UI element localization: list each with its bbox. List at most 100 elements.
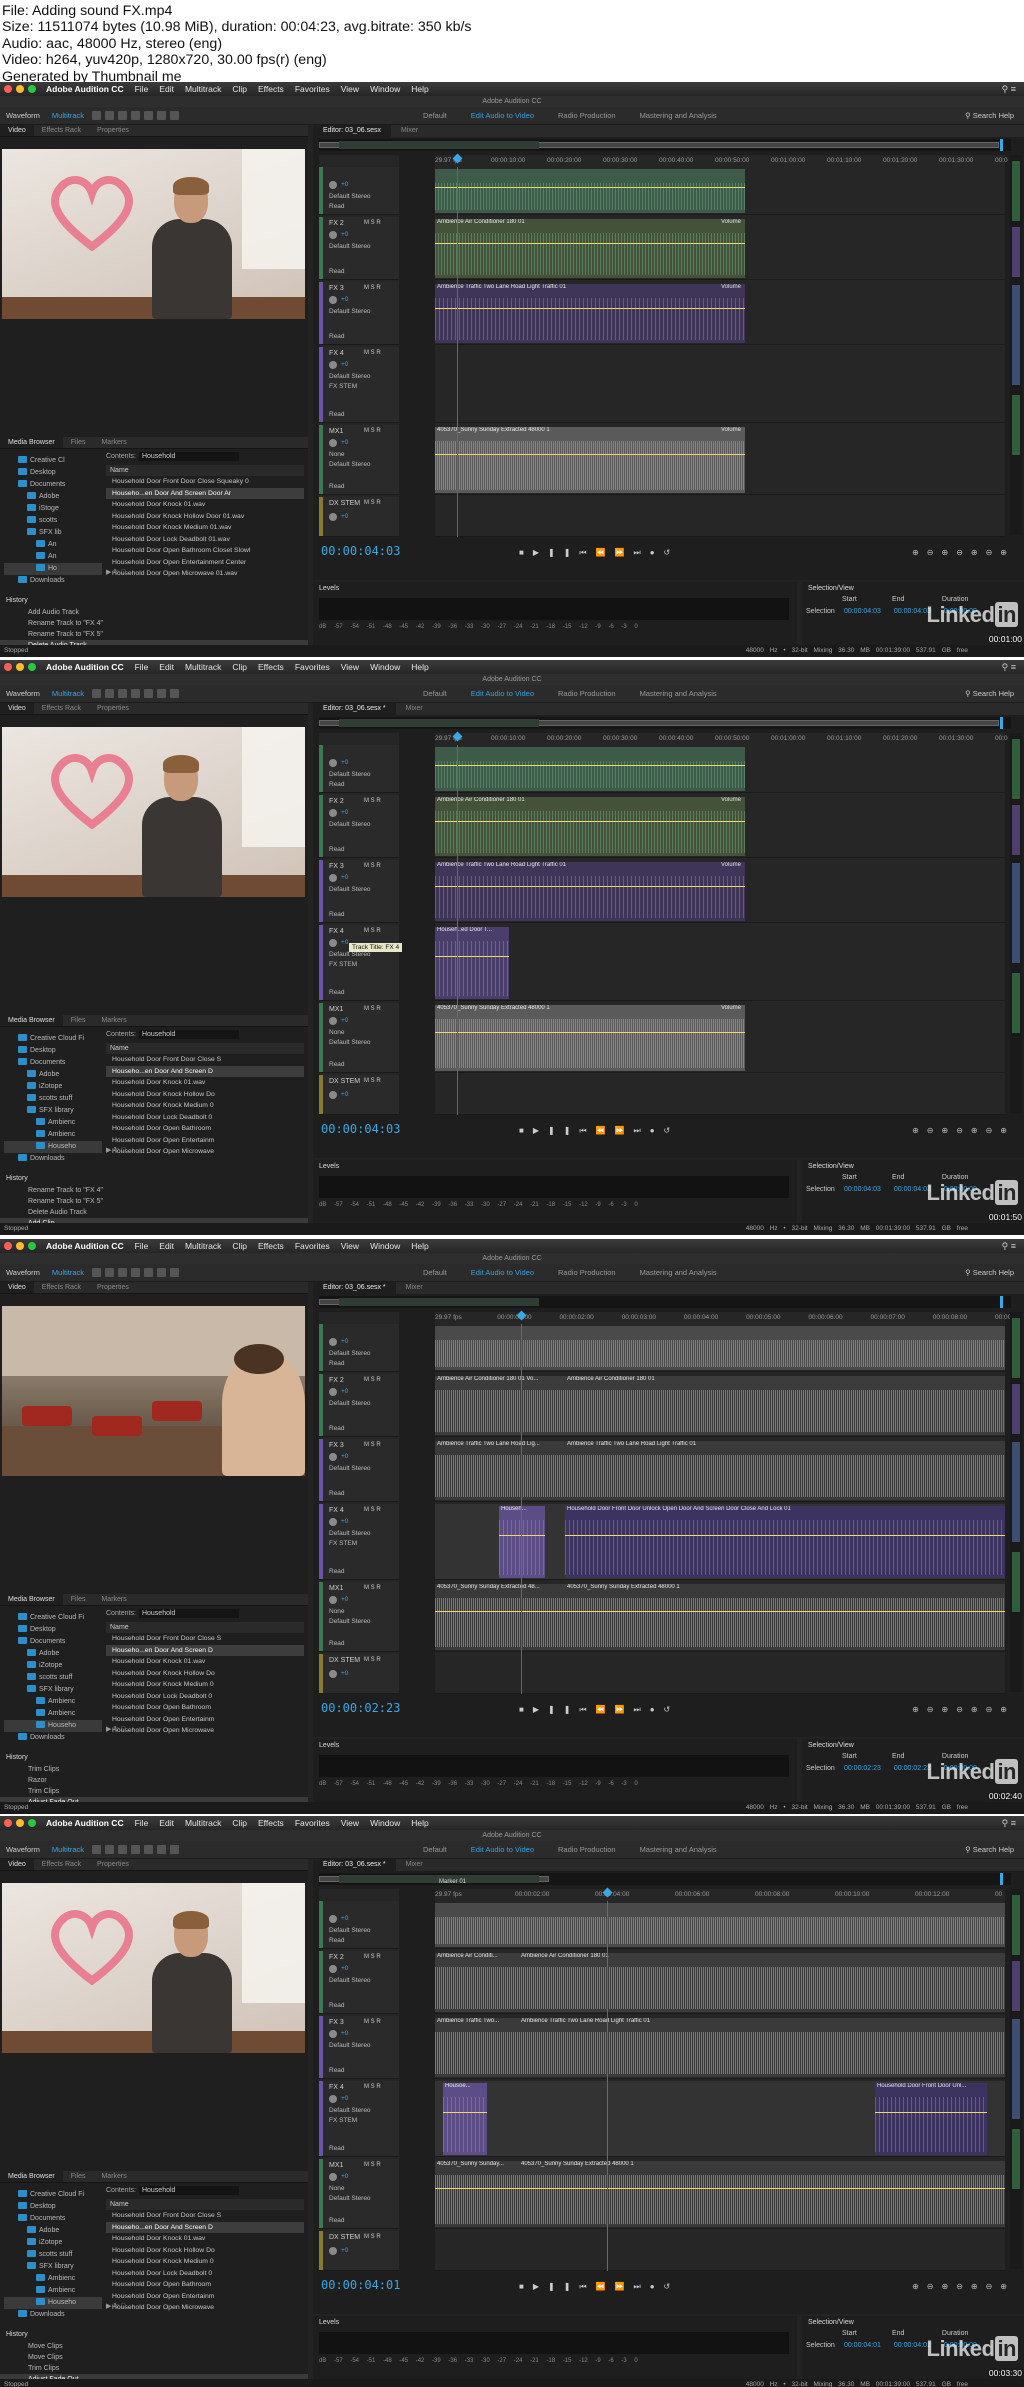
tree-item[interactable]: Adobe: [4, 491, 102, 503]
history-item[interactable]: Move Clips: [0, 2341, 308, 2352]
mute-button[interactable]: M: [364, 285, 369, 291]
tree-item[interactable]: Adobe: [4, 1069, 102, 1081]
volume-value[interactable]: +0: [341, 939, 348, 946]
tree-item[interactable]: SFX library: [4, 1684, 102, 1696]
menu-window[interactable]: Window: [370, 1241, 400, 1251]
workspace-radio-production[interactable]: Radio Production: [546, 1845, 628, 1854]
bus-select[interactable]: Default Stereo: [329, 1618, 371, 1625]
volume-value[interactable]: +0: [341, 513, 348, 520]
close-icon[interactable]: [4, 1819, 12, 1827]
audio-clip[interactable]: Ambience Air Conditi...: [435, 1953, 519, 2012]
track-header[interactable]: DX STEM M S R +0: [319, 1075, 399, 1115]
transport-controls-icon[interactable]: ■▶❚❚⏮⏪⏩⏭●↺: [519, 548, 679, 558]
output-select[interactable]: Default Stereo: [329, 193, 371, 200]
output-select[interactable]: Default Stereo: [329, 2042, 371, 2049]
tree-item[interactable]: scotts stuff: [4, 1672, 102, 1684]
volume-envelope[interactable]: [435, 308, 745, 309]
file-row[interactable]: Household Door Lock Deadbolt 0: [106, 2268, 304, 2280]
menu-edit[interactable]: Edit: [159, 662, 174, 672]
tree-item[interactable]: Downloads: [4, 575, 102, 587]
track-lane[interactable]: [435, 497, 1005, 537]
track-header[interactable]: FX 3 M S R +0 Default Stereo Read: [319, 1439, 399, 1502]
menu-help[interactable]: Help: [411, 1818, 428, 1828]
tab-properties[interactable]: Properties: [89, 1859, 137, 1870]
razor-tool-icon[interactable]: [105, 111, 114, 120]
volume-envelope[interactable]: [435, 243, 745, 244]
track-name[interactable]: DX STEM: [329, 2234, 360, 2241]
vertical-scrollbar[interactable]: [1010, 733, 1022, 1113]
app-menu[interactable]: Adobe Audition CC: [46, 1818, 124, 1828]
contents-value[interactable]: Household: [138, 452, 239, 461]
track-header[interactable]: MX1 M S R +0 None Default Stereo Read: [319, 1003, 399, 1073]
audio-clip[interactable]: Ambience Traffic Two...: [435, 2018, 519, 2077]
workspace-default[interactable]: Default: [411, 1845, 459, 1854]
tree-item[interactable]: Ambienc: [4, 1708, 102, 1720]
slip-tool-icon[interactable]: [118, 689, 127, 698]
contents-selector[interactable]: Contents: Household: [106, 451, 304, 463]
app-menu[interactable]: Adobe Audition CC: [46, 84, 124, 94]
track-header[interactable]: DX STEM M S R +0: [319, 2231, 399, 2271]
record-button[interactable]: R: [376, 1442, 380, 1448]
spotlight-icon[interactable]: ⚲ ≡: [1002, 1241, 1016, 1252]
menu-clip[interactable]: Clip: [232, 662, 247, 672]
track-name[interactable]: FX 2: [329, 1377, 344, 1384]
menu-window[interactable]: Window: [370, 662, 400, 672]
automation-mode[interactable]: Read: [329, 1360, 345, 1367]
tree-item[interactable]: Ho: [4, 563, 102, 575]
bus-select[interactable]: Default Stereo: [329, 461, 371, 468]
mute-button[interactable]: M: [364, 2162, 369, 2168]
contents-selector[interactable]: Contents: Household: [106, 1608, 304, 1620]
track-header[interactable]: DX STEM M S R +0: [319, 1654, 399, 1694]
output-select[interactable]: None: [329, 451, 345, 458]
transport-controls-icon[interactable]: ■▶❚❚⏮⏪⏩⏭●↺: [519, 1126, 679, 1136]
output-select[interactable]: Default Stereo: [329, 243, 371, 250]
marquee-icon[interactable]: [144, 1268, 153, 1277]
mute-button[interactable]: M: [364, 1657, 369, 1663]
audio-clip[interactable]: Ambience Traffic Two Lane Road Lig...: [435, 1441, 565, 1500]
menu-edit[interactable]: Edit: [159, 84, 174, 94]
file-row[interactable]: Household Door Knock Medium 01.wav: [106, 522, 304, 534]
app-menu[interactable]: Adobe Audition CC: [46, 662, 124, 672]
volume-envelope[interactable]: [435, 956, 509, 957]
workspace-edit-audio-to-video[interactable]: Edit Audio to Video: [459, 689, 546, 698]
time-ruler[interactable]: 29.97 fps 00:00:10:00 00:00:20:00 00:00:30:…: [435, 155, 1008, 167]
minimize-icon[interactable]: [16, 1242, 24, 1250]
contents-value[interactable]: Household: [138, 1609, 239, 1618]
volume-knob-icon[interactable]: [329, 1518, 337, 1526]
audio-clip[interactable]: Ambience Traffic Two Lane Road Light Tra…: [435, 284, 745, 343]
slip-tool-icon[interactable]: [118, 1845, 127, 1854]
menu-help[interactable]: Help: [411, 662, 428, 672]
tab-editor[interactable]: Editor: 03_06.sesx *: [313, 703, 396, 715]
zoom-controls-icon[interactable]: ⊕⊖⊕⊖⊕⊖⊕: [912, 548, 1015, 557]
zoom-icon[interactable]: [28, 1819, 36, 1827]
razor-tool-icon[interactable]: [105, 1845, 114, 1854]
audio-clip[interactable]: 405370_Sunny Sunday Extracted 48000 1: [519, 2161, 1005, 2227]
time-ruler[interactable]: 29.97 fps 00:00:02:00 00:00:04:00 00:00:06:…: [435, 1889, 1005, 1901]
tree-item[interactable]: Desktop: [4, 1624, 102, 1636]
workspace-radio-production[interactable]: Radio Production: [546, 689, 628, 698]
mute-button[interactable]: M: [364, 1377, 369, 1383]
menu-view[interactable]: View: [341, 1818, 359, 1828]
brush-icon[interactable]: [170, 1268, 179, 1277]
tab-video[interactable]: Video: [0, 1859, 34, 1870]
bus-select[interactable]: FX STEM: [329, 961, 357, 968]
record-button[interactable]: R: [376, 2019, 380, 2025]
tree-item[interactable]: Househo: [4, 1720, 102, 1732]
volume-value[interactable]: +0: [341, 181, 348, 188]
tree-item[interactable]: Creative Cloud Fi: [4, 1612, 102, 1624]
tab-markers[interactable]: Markers: [93, 1594, 134, 1605]
file-row[interactable]: Househo...en Door And Screen Door Ar: [106, 487, 304, 499]
lasso-icon[interactable]: [157, 111, 166, 120]
tree-item[interactable]: Ambienc: [4, 1129, 102, 1141]
workspace-mastering[interactable]: Mastering and Analysis: [628, 1845, 729, 1854]
file-row[interactable]: Household Door Knock Medium 0: [106, 1679, 304, 1691]
tree-item[interactable]: iStoge: [4, 503, 102, 515]
solo-button[interactable]: S: [371, 1006, 375, 1012]
file-row[interactable]: Household Door Open Entertainment Center: [106, 557, 304, 569]
file-row[interactable]: Household Door Knock Hollow Door 01.wav: [106, 511, 304, 523]
record-button[interactable]: R: [376, 863, 380, 869]
volume-value[interactable]: +0: [341, 2173, 348, 2180]
clip-volume-label[interactable]: Volume: [721, 219, 741, 225]
automation-mode[interactable]: Read: [329, 911, 345, 918]
workspace-edit-audio-to-video[interactable]: Edit Audio to Video: [459, 1845, 546, 1854]
